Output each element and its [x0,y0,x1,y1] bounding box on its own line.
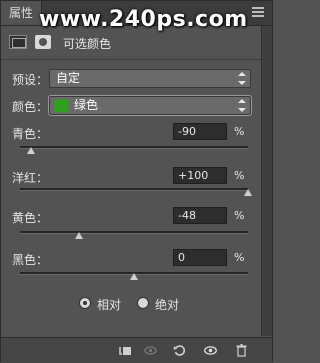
radio-relative[interactable] [79,297,91,309]
black-label: 黑色： [12,253,49,267]
radio-relative-label: 相对 [97,298,122,312]
cyan-input[interactable]: -90 [173,123,227,140]
colors-value: 绿色 [74,98,99,112]
radio-absolute[interactable] [137,297,149,309]
magenta-label: 洋红： [12,171,49,185]
cyan-slider-thumb[interactable] [27,147,36,154]
panel-menu-icon[interactable] [252,7,264,17]
properties-panel: 属性 www.240ps.com 可选颜色 预设： 自定 颜色： 绿色 青色： … [0,0,273,363]
panel-titlebar: 属性 www.240ps.com [1,1,272,32]
clip-to-layer-icon[interactable] [119,344,132,357]
preset-select[interactable]: 自定 [49,69,251,88]
select-arrows-icon [238,72,246,85]
black-slider-thumb[interactable] [130,273,138,280]
yellow-unit: % [234,209,245,222]
yellow-slider-thumb[interactable] [75,232,84,239]
cyan-unit: % [234,125,245,138]
color-swatch [54,99,68,112]
colors-select[interactable]: 绿色 [49,96,251,115]
magenta-slider-track[interactable] [20,188,248,191]
reset-icon[interactable] [173,344,186,357]
adjustment-layer-icon[interactable] [9,35,27,49]
panel-bottom-toolbar [1,337,272,363]
yellow-slider-track[interactable] [20,231,248,234]
cyan-slider-track[interactable] [20,146,248,149]
yellow-label: 黄色： [12,211,49,225]
preset-label: 预设： [12,73,49,87]
magenta-slider-thumb[interactable] [244,189,252,196]
cyan-label: 青色： [12,127,49,141]
visibility-eye-icon[interactable] [204,344,217,357]
preset-value: 自定 [56,71,81,85]
colors-label: 颜色： [12,100,49,114]
header-divider [1,59,261,60]
tab-properties[interactable]: 属性 [1,1,43,25]
magenta-unit: % [234,169,245,182]
black-unit: % [234,251,245,264]
magenta-input[interactable]: +100 [173,167,227,184]
radio-absolute-label: 绝对 [155,298,180,312]
panel-scrollbar[interactable] [261,26,272,336]
black-input[interactable]: 0 [173,249,227,266]
delete-icon[interactable] [235,344,248,357]
watermark-text: www.240ps.com [39,7,248,32]
select-arrows-icon [238,99,246,112]
yellow-input[interactable]: -48 [173,207,227,224]
layer-mask-icon[interactable] [35,35,51,49]
view-previous-icon[interactable] [144,344,157,357]
adjustment-title: 可选颜色 [63,37,112,51]
